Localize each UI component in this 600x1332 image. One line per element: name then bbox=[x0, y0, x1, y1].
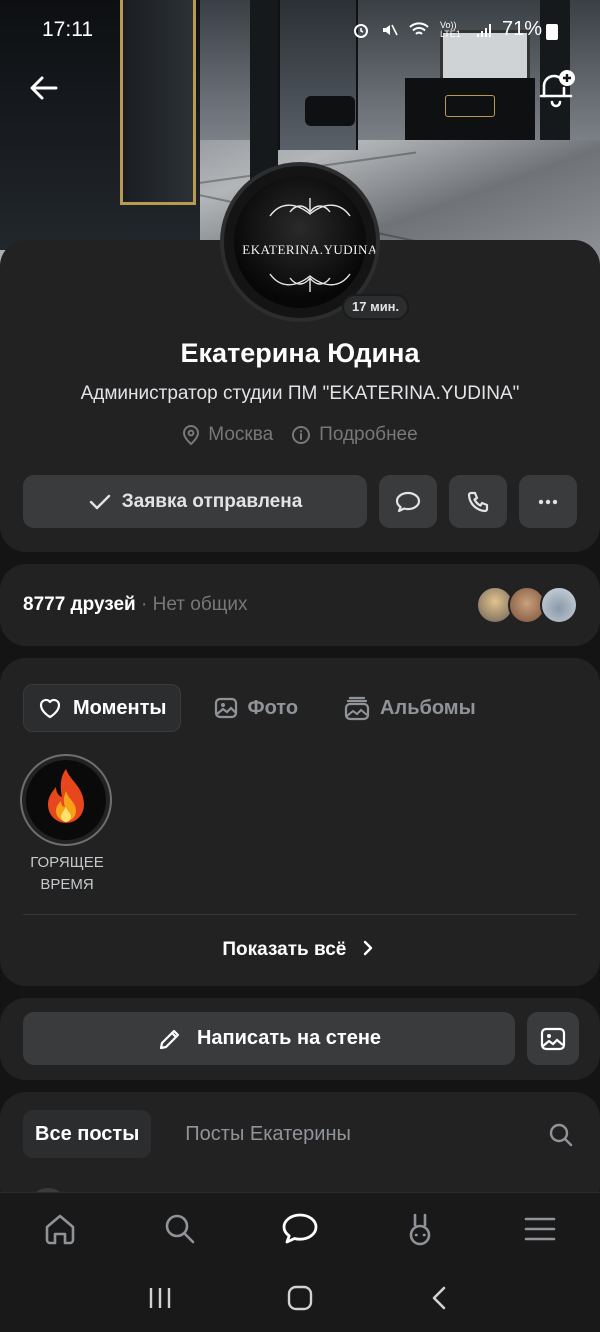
message-bubble-icon bbox=[282, 1213, 318, 1243]
tab-albums-label: Альбомы bbox=[380, 696, 476, 719]
tab-photos[interactable]: Фото bbox=[201, 684, 312, 732]
wall-card: Написать на стене bbox=[0, 998, 600, 1080]
nav-menu[interactable] bbox=[510, 1199, 570, 1259]
search-icon bbox=[549, 1123, 573, 1147]
write-on-wall-button[interactable]: Написать на стене bbox=[23, 1012, 515, 1065]
tab-all-posts[interactable]: Все посты bbox=[23, 1110, 152, 1158]
details-link-label: Подробнее bbox=[319, 424, 418, 445]
status-bar: 17:11 Vo)) LTE1 71% bbox=[0, 0, 600, 60]
city-label: Москва bbox=[208, 424, 274, 445]
bottom-tab-bar bbox=[0, 1192, 600, 1264]
chevron-left-icon bbox=[432, 1286, 446, 1310]
ornament-top-icon bbox=[269, 198, 351, 217]
fire-icon bbox=[48, 769, 84, 823]
divider bbox=[23, 914, 577, 915]
posts-search-button[interactable] bbox=[548, 1122, 574, 1148]
alarm-icon bbox=[353, 23, 368, 38]
story-label: ГОРЯЩЕЕ ВРЕМЯ bbox=[30, 854, 104, 893]
search-icon bbox=[165, 1214, 195, 1243]
tab-albums[interactable]: Альбомы bbox=[331, 684, 489, 732]
friend-avatar bbox=[540, 586, 578, 624]
friends-summary: 8777 друзей · Нет общих bbox=[23, 594, 247, 616]
profile-job: Администратор студии ПМ "EKATERINA.YUDIN… bbox=[80, 383, 520, 404]
signal-icon bbox=[476, 23, 491, 37]
mute-icon bbox=[382, 24, 398, 35]
post-photo-button[interactable] bbox=[527, 1012, 579, 1065]
wifi-icon bbox=[409, 21, 429, 35]
cover-sofa bbox=[305, 96, 355, 126]
arrow-left-icon bbox=[30, 76, 58, 100]
media-tabs: Моменты Фото Альбомы bbox=[23, 684, 489, 732]
bell-plus-icon bbox=[539, 70, 575, 108]
profile-actions: Заявка отправлена bbox=[23, 475, 577, 528]
details-link[interactable]: Подробнее bbox=[291, 424, 418, 446]
city-info: Москва bbox=[182, 424, 273, 446]
status-icons: Vo)) LTE1 71% bbox=[352, 18, 542, 41]
tab-photos-label: Фото bbox=[247, 696, 299, 719]
show-all-link[interactable]: Показать всё bbox=[0, 938, 600, 961]
friend-request-label: Заявка отправлена bbox=[121, 490, 303, 512]
check-icon bbox=[89, 494, 110, 509]
mutual-friends-label: · Нет общих bbox=[135, 594, 248, 615]
photo-icon bbox=[214, 697, 237, 719]
tab-moments-label: Моменты bbox=[73, 696, 167, 719]
write-on-wall-label: Написать на стене bbox=[196, 1027, 382, 1049]
albums-icon bbox=[344, 696, 370, 721]
home-icon bbox=[45, 1214, 75, 1244]
story-ring bbox=[20, 754, 112, 846]
moments-heart-icon bbox=[39, 698, 61, 719]
status-time: 17:11 bbox=[42, 18, 93, 41]
back-button[interactable] bbox=[26, 70, 62, 106]
recent-apps-button[interactable] bbox=[135, 1273, 185, 1323]
network-label: Vo)) LTE1 bbox=[439, 19, 461, 39]
image-icon bbox=[540, 1027, 566, 1050]
hamburger-menu-icon bbox=[524, 1217, 556, 1240]
story-cover bbox=[26, 760, 106, 840]
home-square-icon bbox=[287, 1285, 313, 1311]
info-icon bbox=[292, 426, 311, 444]
clips-bunny-icon bbox=[409, 1213, 431, 1245]
location-pin-icon bbox=[183, 425, 200, 445]
phone-icon bbox=[467, 491, 489, 512]
profile-meta: Москва Подробнее bbox=[0, 424, 600, 446]
nav-home[interactable] bbox=[30, 1199, 90, 1259]
nav-search[interactable] bbox=[150, 1199, 210, 1259]
friends-card[interactable]: 8777 друзей · Нет общих bbox=[0, 564, 600, 646]
system-back-button[interactable] bbox=[415, 1273, 465, 1323]
call-button[interactable] bbox=[449, 475, 507, 528]
last-seen-badge: 17 мин. bbox=[342, 294, 410, 320]
pencil-icon bbox=[159, 1029, 180, 1049]
chevron-right-icon bbox=[363, 940, 372, 956]
friend-request-sent-button[interactable]: Заявка отправлена bbox=[23, 475, 367, 528]
system-navigation-bar bbox=[0, 1264, 600, 1332]
home-system-button[interactable] bbox=[275, 1273, 325, 1323]
nav-messenger[interactable] bbox=[270, 1199, 330, 1259]
subscribe-notifications-button[interactable] bbox=[534, 66, 578, 110]
profile-name: Екатерина Юдина bbox=[180, 338, 420, 368]
battery-percent: 71% bbox=[501, 18, 542, 40]
media-card: Моменты Фото Альбомы ГОРЯЩЕЕ ВРЕМЯ Показ… bbox=[0, 658, 600, 986]
cover-desk-logo bbox=[445, 95, 495, 117]
nav-clips[interactable] bbox=[390, 1199, 450, 1259]
friends-count: 8777 друзей bbox=[23, 594, 136, 615]
avatar-logo: EKATERINA.YUDINA bbox=[234, 176, 376, 308]
story-item[interactable]: ГОРЯЩЕЕ ВРЕМЯ bbox=[20, 754, 114, 896]
tab-owner-posts[interactable]: Посты Екатерины bbox=[173, 1110, 363, 1158]
battery-icon bbox=[546, 24, 558, 40]
friend-avatars bbox=[476, 586, 578, 624]
more-button[interactable] bbox=[519, 475, 577, 528]
post-tabs: Все посты Посты Екатерины bbox=[23, 1110, 363, 1158]
avatar-logo-text: EKATERINA.YUDINA bbox=[242, 242, 378, 257]
message-button[interactable] bbox=[379, 475, 437, 528]
tab-moments[interactable]: Моменты bbox=[23, 684, 181, 732]
more-dots-icon bbox=[538, 499, 558, 504]
message-bubble-icon bbox=[395, 491, 421, 512]
ornament-bottom-icon bbox=[269, 273, 351, 292]
recent-apps-icon bbox=[149, 1288, 171, 1308]
show-all-label: Показать всё bbox=[222, 939, 347, 960]
